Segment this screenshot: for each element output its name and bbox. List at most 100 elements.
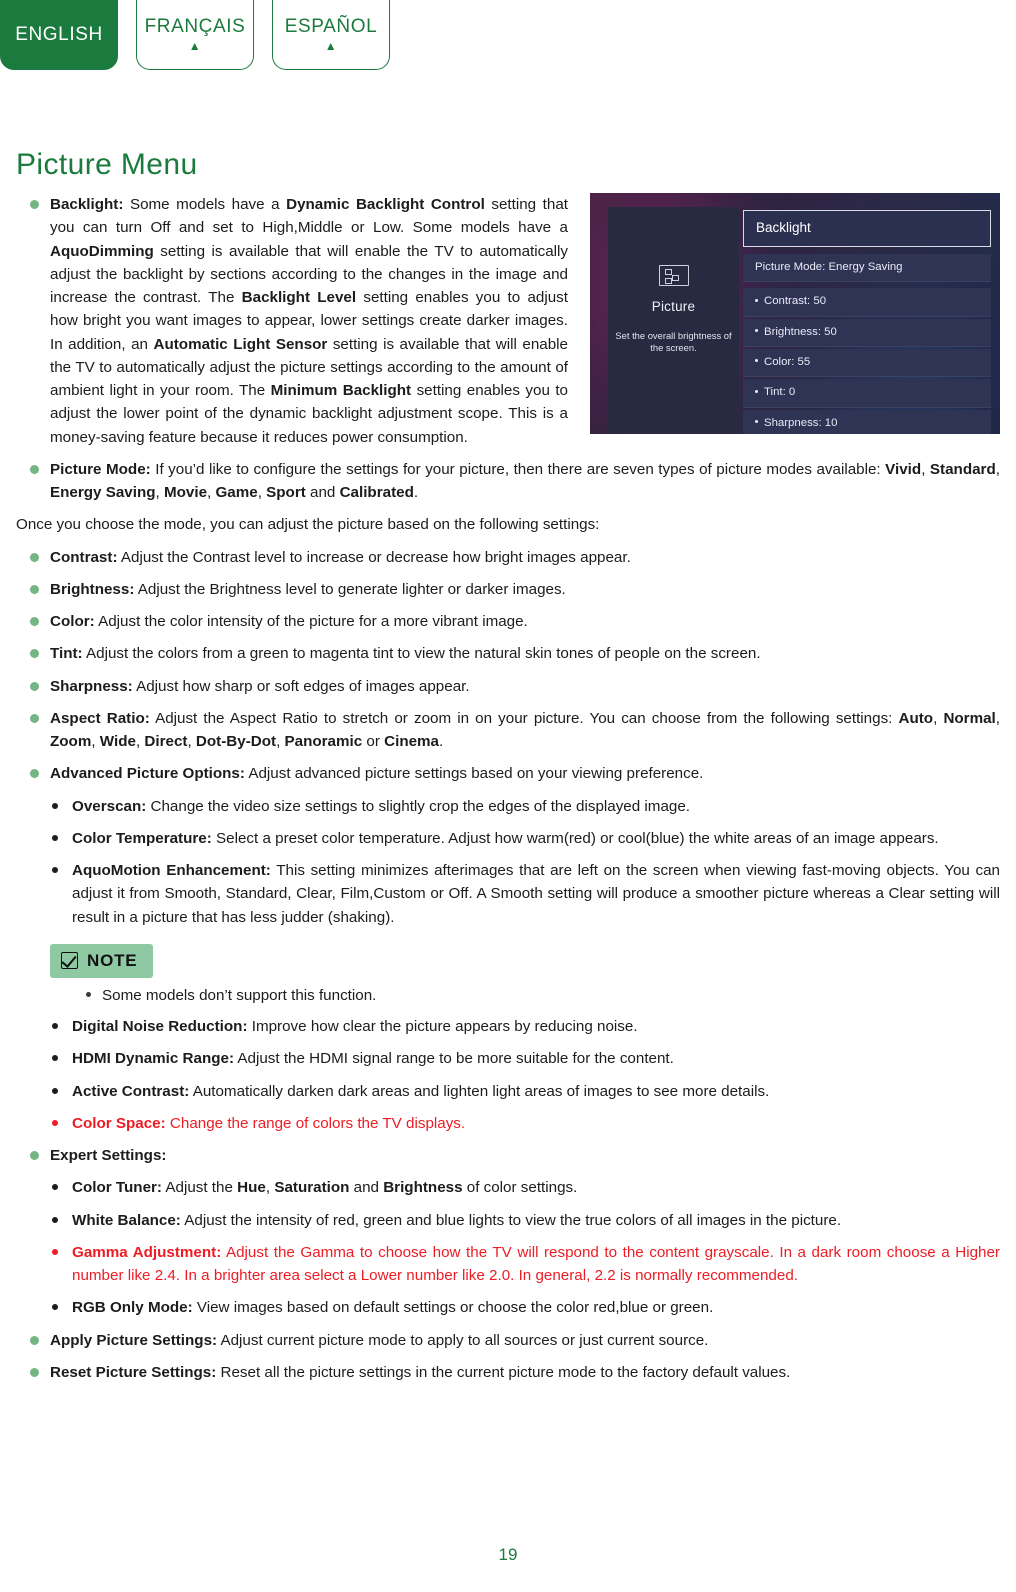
list-item-gamma-adjustment: Gamma Adjustment: Adjust the Gamma to ch… [38,1241,1000,1288]
list-item-sharpness: Sharpness: Adjust how sharp or soft edge… [16,675,1000,698]
tint-text: Adjust the colors from a green to magent… [82,645,761,663]
aspect-cinema: Cinema [384,733,440,750]
aspect-ratio-text: Adjust the Aspect Ratio to stretch or zo… [149,709,899,727]
bullet-icon [52,1304,58,1311]
term-brightness-2: Brightness [383,1179,463,1197]
list-item-active-contrast: Active Contrast: Automatically darken da… [38,1080,1000,1103]
tv-menu-row-tint[interactable]: Tint: 0 [743,379,991,408]
language-tab-english[interactable]: ENGLISH [0,0,118,70]
bullet-dot-icon [755,298,758,302]
tv-menu-row-label: Brightness: 50 [764,325,837,338]
apply-text: Adjust current picture mode to apply to … [217,1331,709,1349]
bullet-dot-icon [755,420,758,424]
bullet-dot-icon [755,359,758,363]
list-item-color-space: Color Space: Change the range of colors … [38,1112,1000,1135]
list-item-overscan: Overscan: Change the video size settings… [38,795,1000,818]
document-content: Picture Set the overall brightness of th… [16,193,1000,1393]
tv-menu-panel: Picture Set the overall brightness of th… [608,207,991,434]
language-tab-espanol[interactable]: ESPAÑOL ▲ [272,0,390,70]
term-expert-settings: Expert Settings: [50,1147,167,1164]
term-color-temperature: Color Temperature: [72,829,212,847]
list-item-tint: Tint: Adjust the colors from a green to … [16,642,1000,665]
term-hue: Hue [237,1179,266,1197]
color-tuner-text-4: of color settings. [462,1179,578,1197]
page-title: Picture Menu [16,148,198,181]
language-tab-espanol-label: ESPAÑOL [284,16,378,38]
list-item-brightness: Brightness: Adjust the Brightness level … [16,578,1000,601]
picture-mode-text: If you’d like to configure the settings … [150,460,886,478]
term-hdmi-dynamic-range: HDMI Dynamic Range: [72,1050,235,1068]
note-badge: NOTE [50,943,154,978]
list-item-expert-settings: Expert Settings: [16,1144,1000,1167]
tv-menu-selected-item[interactable]: Backlight [743,210,991,247]
term-active-contrast: Active Contrast: [72,1082,190,1100]
list-item-digital-noise-reduction: Digital Noise Reduction: Improve how cle… [38,1015,1000,1038]
aspect-wide: Wide [99,733,136,750]
dnr-text: Improve how clear the picture appears by… [247,1018,638,1035]
list-item-color-tuner: Color Tuner: Adjust the Hue, Saturation … [38,1176,1000,1199]
rgb-text: View images based on default settings or… [192,1299,714,1317]
bullet-icon [52,1248,58,1255]
term-rgb-only-mode: RGB Only Mode: [72,1299,193,1317]
list-item-apply-picture-settings: Apply Picture Settings: Adjust current p… [16,1329,1000,1352]
paragraph-once-you-choose: Once you choose the mode, you can adjust… [16,516,600,534]
mode-sport: Sport [266,484,306,501]
note-text: Some models don’t support this function. [102,986,377,1004]
bullet-dot-icon [755,329,758,332]
term-minimum-backlight: Minimum Backlight [270,382,412,399]
bullet-icon [30,200,39,209]
term-aspect-ratio: Aspect Ratio: [50,709,150,727]
bullet-dot-icon [755,389,758,393]
bullet-icon [30,649,39,659]
bullet-icon [30,584,39,594]
hdmi-text: Adjust the HDMI signal range to be more … [234,1050,674,1068]
term-picture-mode: Picture Mode: [50,460,151,478]
aspect-auto: Auto [898,709,934,727]
tv-menu-row-picture-mode[interactable]: Picture Mode: Energy Saving [743,253,991,283]
tv-category-title: Picture [651,299,696,314]
mode-game: Game [215,484,258,501]
bullet-icon [52,1087,58,1094]
list-item-advanced-picture-options: Advanced Picture Options: Adjust advance… [16,762,1000,785]
note-list: Some models don’t support this function. [16,984,1000,1007]
page-number: 19 [498,1545,518,1564]
term-sharpness: Sharpness: [50,677,133,695]
tv-menu-row-label: Color: 55 [764,355,811,368]
aspect-zoom: Zoom [50,733,92,750]
term-overscan: Overscan: [72,797,147,815]
tv-menu-row-brightness[interactable]: Brightness: 50 [743,318,991,347]
language-tab-francais[interactable]: FRANÇAIS ▲ [136,0,254,70]
tv-menu-row-label: Contrast: 50 [764,295,827,308]
bullet-icon [52,1119,58,1126]
picture-settings-list: Contrast: Adjust the Contrast level to i… [16,546,1000,786]
tv-menu-row-label: Tint: 0 [764,386,796,399]
bullet-icon [52,834,58,841]
term-saturation: Saturation [274,1179,350,1197]
color-temperature-text: Select a preset color temperature. Adjus… [211,829,939,847]
tv-menu-row-color[interactable]: Color: 55 [743,348,991,378]
mode-energy-saving: Energy Saving [50,484,156,501]
list-item-contrast: Contrast: Adjust the Contrast level to i… [16,546,1000,569]
aspect-normal: Normal [943,709,996,727]
language-tab-francais-label: FRANÇAIS [144,16,246,38]
tv-menu-row-contrast[interactable]: Contrast: 50 [743,288,991,317]
term-backlight: Backlight: [50,196,124,213]
term-tint: Tint: [50,645,83,663]
bullet-icon [30,464,39,474]
list-item-note-some-models: Some models don’t support this function. [74,984,1000,1007]
bullet-icon [52,1023,58,1029]
color-space-text: Change the range of colors the TV displa… [165,1114,466,1132]
caret-up-icon: ▲ [324,38,338,53]
term-dynamic-backlight-control: Dynamic Backlight Control [286,196,485,213]
list-item-color-temperature: Color Temperature: Select a preset color… [38,827,1000,850]
tv-menu-row-sharpness[interactable]: Sharpness: 10 [743,409,991,434]
tv-menu-row-label: Sharpness: 10 [764,416,838,429]
list-item-picture-mode: Picture Mode: If you’d like to configure… [16,458,1000,505]
language-tab-bar: ENGLISH FRANÇAIS ▲ ESPAÑOL ▲ [0,0,390,70]
bullet-icon [30,617,39,626]
aspect-direct: Direct [144,733,188,750]
term-gamma-adjustment: Gamma Adjustment: [72,1243,222,1261]
aspect-panoramic: Panoramic [284,733,363,750]
list-item-white-balance: White Balance: Adjust the intensity of r… [38,1209,1000,1232]
mode-movie: Movie [163,484,208,501]
